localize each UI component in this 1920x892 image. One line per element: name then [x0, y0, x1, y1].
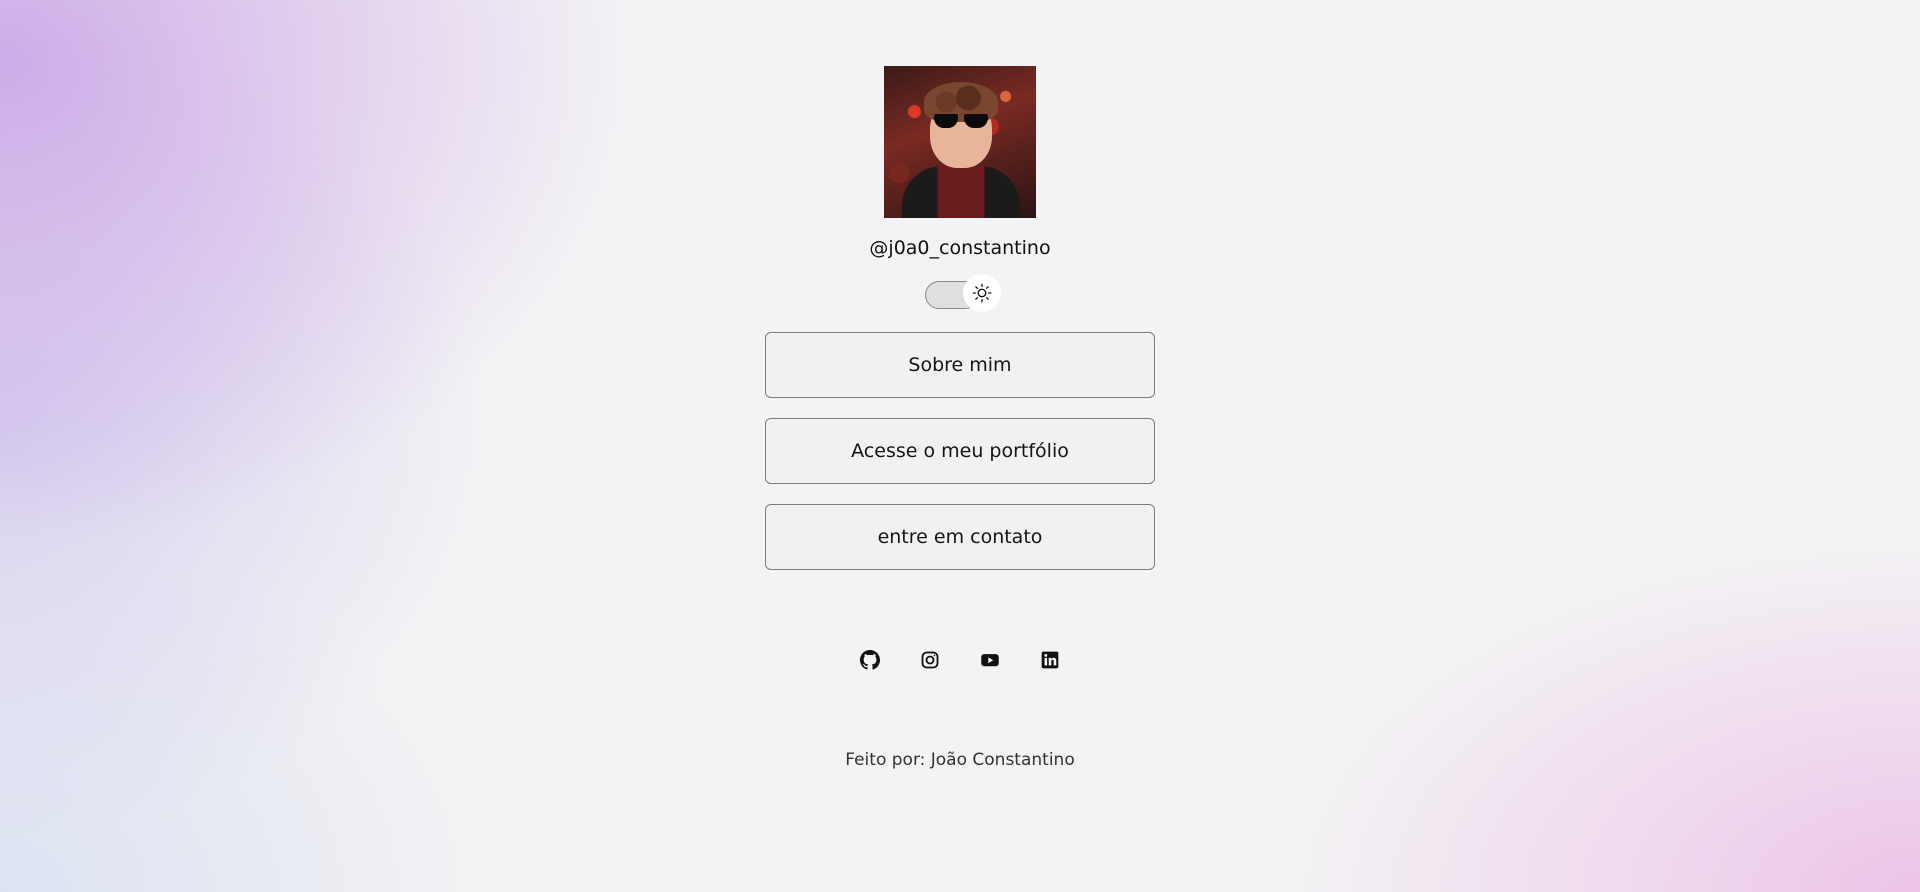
theme-toggle-knob[interactable]: [963, 274, 1001, 312]
avatar: [884, 66, 1036, 218]
github-icon[interactable]: [860, 650, 880, 670]
sun-icon: [972, 283, 992, 303]
theme-toggle[interactable]: [920, 274, 1001, 312]
about-me-button[interactable]: Sobre mim: [765, 332, 1155, 398]
page: @j0a0_constantino Sobre mim Acesse o meu…: [0, 0, 1920, 892]
portfolio-button[interactable]: Acesse o meu portfólio: [765, 418, 1155, 484]
youtube-icon[interactable]: [980, 650, 1000, 670]
profile-column: @j0a0_constantino Sobre mim Acesse o meu…: [765, 66, 1155, 770]
avatar-sunglasses: [934, 114, 988, 130]
footer-credit: Feito por: João Constantino: [845, 750, 1075, 770]
profile-handle: @j0a0_constantino: [869, 237, 1051, 259]
contact-button[interactable]: entre em contato: [765, 504, 1155, 570]
linkedin-icon[interactable]: [1040, 650, 1060, 670]
instagram-icon[interactable]: [920, 650, 940, 670]
avatar-body: [902, 166, 1020, 218]
social-links: [860, 650, 1060, 670]
